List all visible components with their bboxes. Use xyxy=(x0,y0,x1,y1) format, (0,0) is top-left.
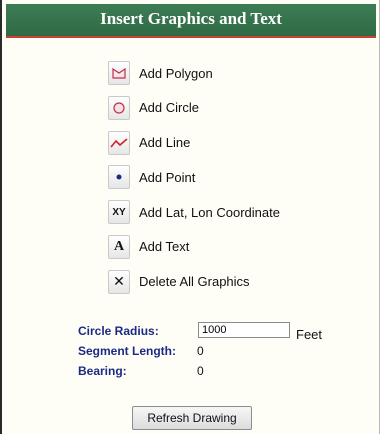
panel-title: Insert Graphics and Text xyxy=(6,4,376,38)
add-circle-tool[interactable]: Add Circle xyxy=(108,93,280,123)
add-text-tool[interactable]: A Add Text xyxy=(108,232,280,262)
circle-radius-input[interactable] xyxy=(198,322,290,338)
polygon-icon[interactable] xyxy=(108,61,130,85)
circle-icon[interactable] xyxy=(108,95,130,120)
tool-list: Add Polygon Add Circle Add Line Add Poin… xyxy=(108,58,280,302)
point-icon[interactable] xyxy=(108,165,130,190)
delete-glyph: ✕ xyxy=(113,273,125,290)
add-point-tool[interactable]: Add Point xyxy=(108,162,280,192)
add-point-label: Add Point xyxy=(139,169,196,185)
delete-all-tool[interactable]: ✕ Delete All Graphics xyxy=(108,267,280,297)
add-line-tool[interactable]: Add Line xyxy=(108,128,280,158)
bearing-row: Bearing: 0 xyxy=(78,364,204,382)
delete-all-label: Delete All Graphics xyxy=(139,274,250,290)
circle-radius-row: Circle Radius: Feet xyxy=(78,322,322,342)
segment-length-label: Segment Length: xyxy=(78,344,176,358)
xy-coordinate-icon[interactable]: XY xyxy=(108,200,130,225)
circle-radius-label: Circle Radius: xyxy=(78,324,159,338)
segment-length-value: 0 xyxy=(197,344,204,358)
refresh-drawing-button[interactable]: Refresh Drawing xyxy=(132,406,252,430)
text-icon[interactable]: A xyxy=(108,234,130,259)
graphics-panel: Insert Graphics and Text Add Polygon Add… xyxy=(0,0,380,434)
delete-icon[interactable]: ✕ xyxy=(108,269,130,294)
xy-glyph: XY xyxy=(112,206,126,218)
add-polygon-label: Add Polygon xyxy=(139,65,213,81)
line-icon[interactable] xyxy=(108,130,130,155)
measurement-form: Circle Radius: Feet Segment Length: 0 Be… xyxy=(78,322,322,384)
segment-length-row: Segment Length: 0 xyxy=(78,344,204,362)
bearing-label: Bearing: xyxy=(78,364,127,378)
text-glyph: A xyxy=(113,238,125,254)
add-circle-label: Add Circle xyxy=(139,100,199,116)
add-text-label: Add Text xyxy=(139,239,190,255)
add-lat-lon-label: Add Lat, Lon Coordinate xyxy=(139,204,280,220)
circle-radius-unit: Feet xyxy=(296,327,323,342)
add-line-label: Add Line xyxy=(139,135,191,151)
bearing-value: 0 xyxy=(197,364,204,378)
add-lat-lon-tool[interactable]: XY Add Lat, Lon Coordinate xyxy=(108,197,280,227)
add-polygon-tool[interactable]: Add Polygon xyxy=(108,58,280,88)
